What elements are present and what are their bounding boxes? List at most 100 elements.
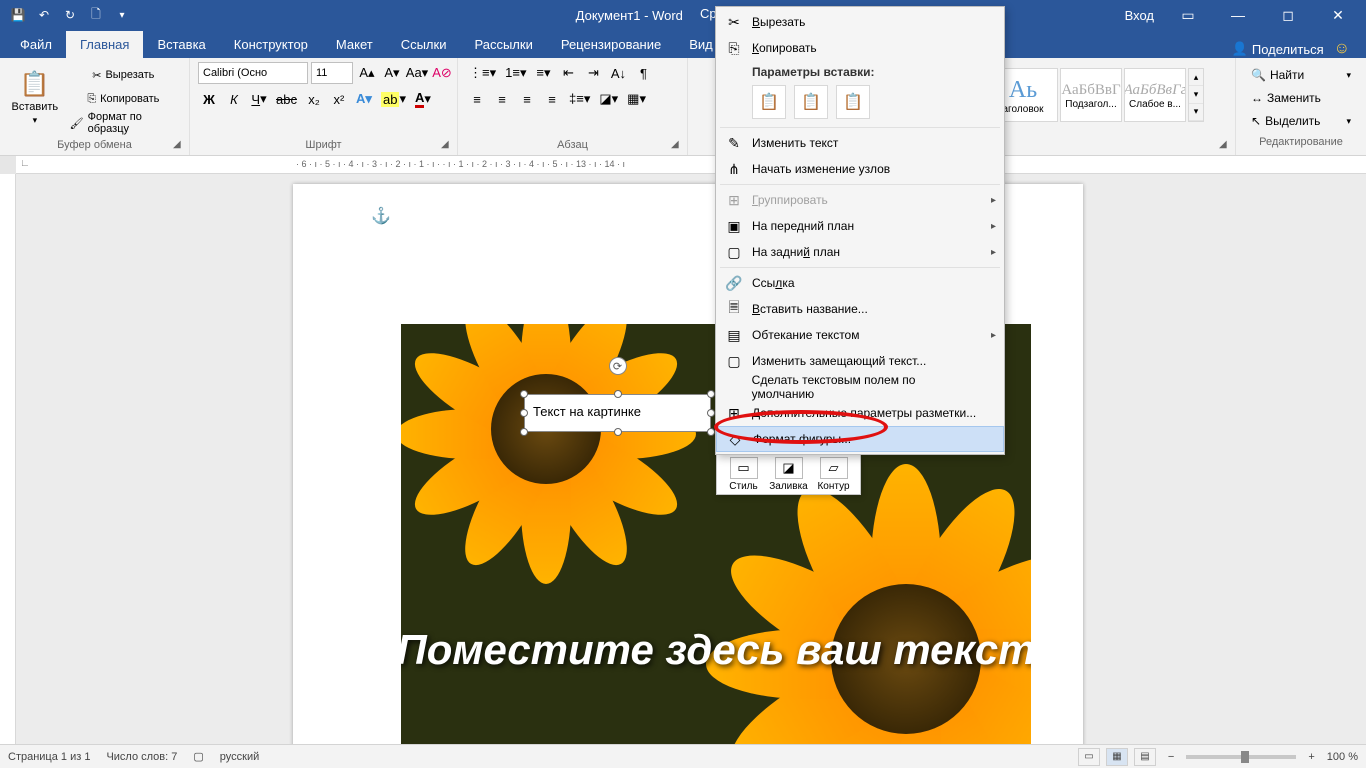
ctx-insert-caption[interactable]: 🗏Вставить название... (716, 296, 1004, 322)
tab-design[interactable]: Конструктор (220, 31, 322, 58)
bullets-button[interactable]: ⋮≡▾ (466, 62, 499, 84)
ctx-bring-front[interactable]: ▣На передний план▸ (716, 213, 1004, 239)
tab-home[interactable]: Главная (66, 31, 143, 58)
style-subheading[interactable]: АаБбВвГПодзагол... (1060, 68, 1122, 122)
tab-review[interactable]: Рецензирование (547, 31, 675, 58)
minimize-button[interactable]: — (1216, 0, 1260, 30)
new-doc-button[interactable]: 🗋 (84, 3, 108, 27)
web-layout-button[interactable]: ▤ (1134, 748, 1156, 766)
ctx-cut[interactable]: ✂Вырезать (716, 9, 1004, 35)
clear-formatting-button[interactable]: A⊘ (431, 62, 453, 84)
grow-font-button[interactable]: A▴ (356, 62, 378, 84)
highlight-button[interactable]: ab▾ (378, 88, 409, 110)
text-box-content[interactable]: Текст на картинке (525, 395, 710, 428)
zoom-out-button[interactable]: − (1162, 751, 1180, 763)
resize-handle[interactable] (520, 428, 528, 436)
format-painter-button[interactable]: 🖌Формат по образцу (66, 112, 181, 134)
resize-handle[interactable] (614, 428, 622, 436)
read-mode-button[interactable]: ▭ (1078, 748, 1100, 766)
strikethrough-button[interactable]: abc (273, 88, 300, 110)
paragraph-launcher[interactable]: ◢ (671, 139, 685, 153)
align-center-button[interactable]: ≡ (491, 88, 513, 110)
proofing-icon[interactable]: ▢ (193, 750, 203, 763)
text-box[interactable]: Текст на картинке ⟳ (524, 394, 711, 432)
styles-launcher[interactable]: ◢ (1219, 139, 1233, 153)
paste-merge[interactable]: 📋 (794, 85, 828, 119)
tab-insert[interactable]: Вставка (143, 31, 219, 58)
maximize-button[interactable]: ◻ (1266, 0, 1310, 30)
select-button[interactable]: ↖Выделить▾ (1248, 110, 1354, 132)
bold-button[interactable]: Ж (198, 88, 220, 110)
paste-button[interactable]: 📋 Вставить ▾ (8, 62, 62, 134)
increase-indent-button[interactable]: ⇥ (582, 62, 604, 84)
ribbon-options-button[interactable]: ▭ (1166, 0, 1210, 30)
zoom-slider[interactable] (1186, 755, 1296, 759)
feedback-button[interactable]: ☺ (1334, 40, 1350, 58)
align-left-button[interactable]: ≡ (466, 88, 488, 110)
style-weak[interactable]: АаБбВвГгСлабое в... (1124, 68, 1186, 122)
resize-handle[interactable] (520, 409, 528, 417)
ctx-copy[interactable]: ⎘Копировать (716, 35, 1004, 61)
save-button[interactable]: 💾 (6, 3, 30, 27)
copy-button[interactable]: ⎘Копировать (66, 88, 181, 110)
borders-button[interactable]: ▦▾ (624, 88, 649, 110)
italic-button[interactable]: К (223, 88, 245, 110)
styles-scroll[interactable]: ▴▾▾ (1188, 68, 1204, 122)
zoom-in-button[interactable]: + (1302, 751, 1320, 763)
tab-layout[interactable]: Макет (322, 31, 387, 58)
ctx-set-default-textbox[interactable]: Сделать текстовым полем по умолчанию (716, 374, 1004, 400)
zoom-level[interactable]: 100 % (1327, 751, 1358, 763)
ctx-wrap-text[interactable]: ▤Обтекание текстом▸ (716, 322, 1004, 348)
sort-button[interactable]: A↓ (607, 62, 629, 84)
multilevel-button[interactable]: ≡▾ (532, 62, 554, 84)
close-button[interactable]: ✕ (1316, 0, 1360, 30)
print-layout-button[interactable]: ▦ (1106, 748, 1128, 766)
underline-button[interactable]: Ч▾ (248, 88, 270, 110)
font-size-combo[interactable] (311, 62, 353, 84)
language-indicator[interactable]: русский (220, 751, 259, 763)
subscript-button[interactable]: x₂ (303, 88, 325, 110)
ctx-send-back[interactable]: ▢На задний план▸ (716, 239, 1004, 265)
tab-selector[interactable]: ∟ (20, 158, 30, 169)
redo-button[interactable]: ↻ (58, 3, 82, 27)
line-spacing-button[interactable]: ‡≡▾ (566, 88, 593, 110)
numbering-button[interactable]: 1≡▾ (502, 62, 529, 84)
ctx-more-layout[interactable]: ⊞Дополнительные параметры разметки... (716, 400, 1004, 426)
shading-button[interactable]: ◪▾ (596, 88, 621, 110)
resize-handle[interactable] (707, 409, 715, 417)
ctx-edit-text[interactable]: ✎Изменить текст (716, 130, 1004, 156)
resize-handle[interactable] (520, 390, 528, 398)
share-button[interactable]: 👤Поделиться (1232, 41, 1324, 57)
tab-file[interactable]: Файл (6, 31, 66, 58)
align-right-button[interactable]: ≡ (516, 88, 538, 110)
undo-button[interactable]: ↶ (32, 3, 56, 27)
justify-button[interactable]: ≡ (541, 88, 563, 110)
resize-handle[interactable] (707, 390, 715, 398)
ctx-edit-points[interactable]: ⋔Начать изменение узлов (716, 156, 1004, 182)
clipboard-launcher[interactable]: ◢ (173, 139, 187, 153)
rotate-handle[interactable]: ⟳ (609, 357, 627, 375)
font-color-button[interactable]: A▾ (412, 88, 434, 110)
paste-keep-source[interactable]: 📋 (752, 85, 786, 119)
cut-button[interactable]: ✂Вырезать (66, 64, 181, 86)
horizontal-ruler[interactable]: ∟ · 6 · ı · 5 · ı · 4 · ı · 3 · ı · 2 · … (16, 156, 1366, 174)
mini-outline-button[interactable]: ▱Контур (813, 457, 855, 492)
show-marks-button[interactable]: ¶ (632, 62, 654, 84)
text-effects-button[interactable]: A▾ (353, 88, 375, 110)
ctx-format-shape[interactable]: ◇Формат фигуры... (716, 426, 1004, 452)
page-indicator[interactable]: Страница 1 из 1 (8, 751, 90, 763)
ctx-alt-text[interactable]: ▢Изменить замещающий текст... (716, 348, 1004, 374)
tab-mailings[interactable]: Рассылки (460, 31, 546, 58)
paste-picture[interactable]: 📋 (836, 85, 870, 119)
word-count[interactable]: Число слов: 7 (106, 751, 177, 763)
mini-style-button[interactable]: ▭Стиль (723, 457, 765, 492)
replace-button[interactable]: ↔Заменить (1248, 87, 1354, 109)
ctx-link[interactable]: 🔗Ссылка (716, 270, 1004, 296)
vertical-ruler[interactable] (0, 174, 16, 744)
find-button[interactable]: 🔍Найти▾ (1248, 64, 1354, 86)
resize-handle[interactable] (707, 428, 715, 436)
font-name-combo[interactable] (198, 62, 308, 84)
superscript-button[interactable]: x² (328, 88, 350, 110)
account-sign-in[interactable]: Вход (1125, 8, 1154, 23)
mini-fill-button[interactable]: ◪Заливка (768, 457, 810, 492)
